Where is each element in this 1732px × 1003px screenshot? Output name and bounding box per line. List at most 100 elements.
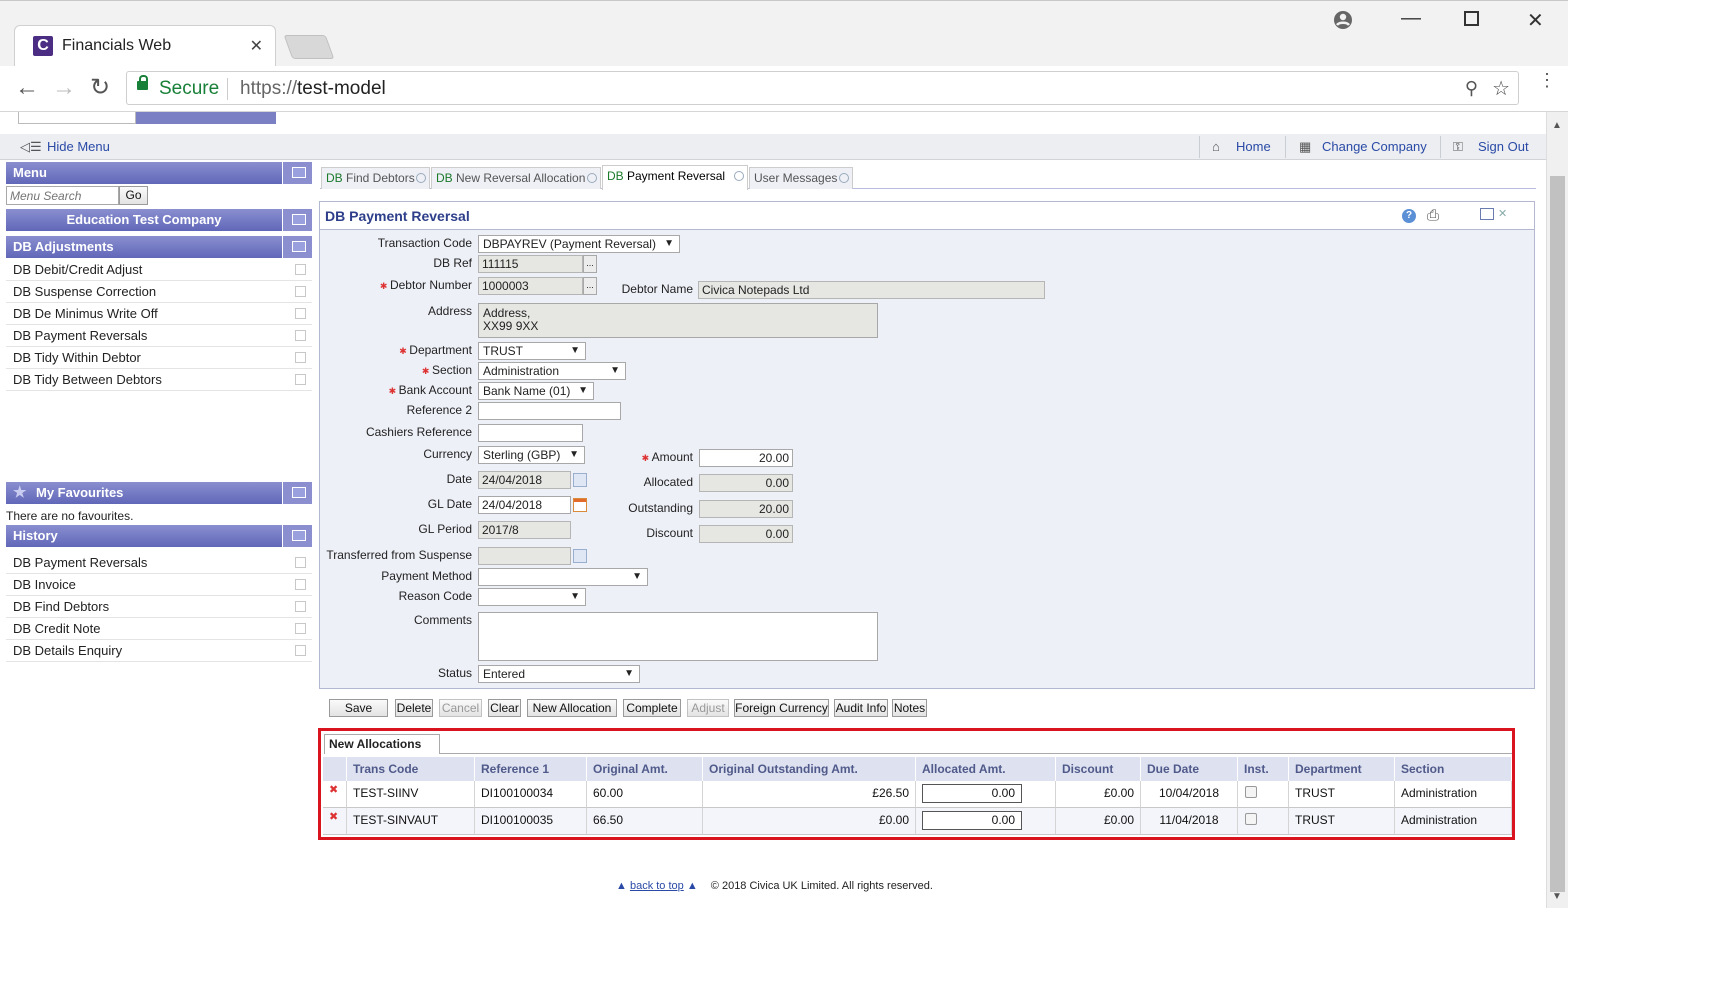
- history-item[interactable]: DB Invoice: [6, 574, 312, 596]
- print-icon[interactable]: ⎙: [1427, 207, 1439, 224]
- sidebar-item-debit-credit-adjust[interactable]: DB Debit/Credit Adjust: [6, 259, 312, 281]
- reload-icon[interactable]: ↻: [90, 74, 110, 102]
- window-icon[interactable]: [1480, 208, 1494, 220]
- panel-toggle-icon[interactable]: [282, 236, 312, 258]
- debtor-name-field[interactable]: Civica Notepads Ltd: [698, 281, 1045, 299]
- sidebar-item-payment-reversals[interactable]: DB Payment Reversals: [6, 325, 312, 347]
- reason-code-select[interactable]: ▼: [478, 588, 586, 606]
- gl-period-field[interactable]: 2017/8: [478, 521, 571, 539]
- calendar-icon[interactable]: [573, 549, 587, 563]
- maximize-icon[interactable]: [1464, 11, 1479, 26]
- open-link-icon[interactable]: [295, 579, 306, 590]
- delete-row-icon[interactable]: ✖: [329, 812, 339, 823]
- amount-input[interactable]: 20.00: [699, 449, 793, 467]
- currency-select[interactable]: Sterling (GBP) ▼: [478, 446, 585, 464]
- scroll-up-icon[interactable]: ▲: [1552, 120, 1562, 131]
- calendar-icon[interactable]: [573, 473, 587, 487]
- sign-out-link[interactable]: Sign Out: [1478, 139, 1529, 154]
- tab-new-reversal-allocation[interactable]: DB New Reversal Allocation: [431, 167, 601, 189]
- notes-button[interactable]: Notes: [892, 699, 927, 717]
- open-link-icon[interactable]: [295, 330, 306, 341]
- db-ref-field[interactable]: 111115: [478, 255, 583, 273]
- table-row-delete[interactable]: ✖: [323, 781, 347, 808]
- open-link-icon[interactable]: [295, 308, 306, 319]
- close-tab-icon[interactable]: [587, 173, 597, 183]
- reference2-input[interactable]: [478, 402, 621, 420]
- bank-account-select[interactable]: Bank Name (01) ▼: [478, 382, 594, 400]
- page-scrollbar[interactable]: ▲ ▼: [1546, 112, 1568, 908]
- open-link-icon[interactable]: [295, 374, 306, 385]
- section-select[interactable]: Administration ▼: [478, 362, 626, 380]
- sidebar-item-de-minimus-write-off[interactable]: DB De Minimus Write Off: [6, 303, 312, 325]
- menu-search-go-button[interactable]: Go: [119, 186, 148, 205]
- gl-date-input[interactable]: 24/04/2018: [478, 496, 571, 514]
- cancel-button[interactable]: Cancel: [439, 699, 482, 717]
- col-header-reference1[interactable]: Reference 1: [475, 757, 587, 781]
- home-link[interactable]: Home: [1236, 139, 1271, 154]
- address-field[interactable]: Address, XX99 9XX: [478, 303, 878, 338]
- delete-row-icon[interactable]: ✖: [329, 785, 339, 796]
- new-allocation-button[interactable]: New Allocation: [527, 699, 617, 717]
- open-link-icon[interactable]: [295, 352, 306, 363]
- forward-arrow-icon[interactable]: →: [52, 74, 76, 102]
- zoom-icon[interactable]: ⚲: [1465, 78, 1478, 99]
- close-form-icon[interactable]: ✕: [1498, 207, 1507, 220]
- browser-tab[interactable]: C Financials Web ✕: [14, 25, 276, 67]
- browser-menu-icon[interactable]: ⋮: [1538, 71, 1556, 89]
- col-header-discount[interactable]: Discount: [1056, 757, 1141, 781]
- panel-toggle-icon[interactable]: [282, 162, 312, 184]
- open-link-icon[interactable]: [295, 286, 306, 297]
- payment-method-select[interactable]: ▼: [478, 568, 648, 586]
- complete-button[interactable]: Complete: [623, 699, 681, 717]
- db-ref-lookup-button[interactable]: ...: [583, 255, 597, 273]
- open-link-icon[interactable]: [295, 557, 306, 568]
- close-tab-icon[interactable]: [839, 173, 849, 183]
- debtor-lookup-button[interactable]: ...: [583, 277, 597, 295]
- calendar-icon[interactable]: [573, 498, 587, 512]
- sidebar-item-tidy-between-debtors[interactable]: DB Tidy Between Debtors: [6, 369, 312, 391]
- clear-button[interactable]: Clear: [488, 699, 521, 717]
- hide-menu-icon[interactable]: ◁☰: [20, 139, 42, 155]
- address-bar[interactable]: Secure https://test-model ⚲ ☆: [126, 71, 1519, 105]
- tab-user-messages[interactable]: User Messages: [749, 167, 853, 189]
- hide-menu-link[interactable]: Hide Menu: [47, 139, 110, 154]
- inst-checkbox[interactable]: [1245, 813, 1257, 825]
- panel-toggle-icon[interactable]: [282, 525, 312, 547]
- open-link-icon[interactable]: [295, 264, 306, 275]
- col-header-inst[interactable]: Inst.: [1238, 757, 1289, 781]
- tab-payment-reversal[interactable]: DB Payment Reversal: [602, 165, 748, 190]
- inst-checkbox[interactable]: [1245, 786, 1257, 798]
- open-link-icon[interactable]: [295, 623, 306, 634]
- history-item[interactable]: DB Payment Reversals: [6, 552, 312, 574]
- panel-toggle-icon[interactable]: [282, 482, 312, 504]
- allocated-amt-input[interactable]: 0.00: [922, 784, 1022, 803]
- back-to-top-link[interactable]: back to top: [630, 880, 684, 892]
- scroll-down-icon[interactable]: ▼: [1552, 891, 1562, 902]
- close-tab-icon[interactable]: ✕: [250, 36, 263, 56]
- debtor-number-field[interactable]: 1000003: [478, 277, 583, 295]
- scrollbar-thumb[interactable]: [1550, 176, 1565, 892]
- history-item[interactable]: DB Details Enquiry: [6, 640, 312, 662]
- transaction-code-select[interactable]: DBPAYREV (Payment Reversal) ▼: [478, 235, 680, 253]
- close-tab-icon[interactable]: [416, 173, 426, 183]
- back-arrow-icon[interactable]: ←: [15, 74, 39, 102]
- profile-icon[interactable]: [1333, 10, 1353, 36]
- help-icon[interactable]: ?: [1402, 209, 1416, 223]
- col-header-trans-code[interactable]: Trans Code: [347, 757, 475, 781]
- status-select[interactable]: Entered ▼: [478, 665, 640, 683]
- department-select[interactable]: TRUST ▼: [478, 342, 586, 360]
- change-company-link[interactable]: Change Company: [1322, 139, 1427, 154]
- menu-search-input[interactable]: [6, 186, 119, 205]
- comments-textarea[interactable]: [478, 612, 878, 661]
- col-header-due-date[interactable]: Due Date: [1141, 757, 1238, 781]
- col-header-department[interactable]: Department: [1289, 757, 1395, 781]
- close-tab-icon[interactable]: [734, 171, 744, 181]
- table-row-delete[interactable]: ✖: [323, 808, 347, 835]
- tab-find-debtors[interactable]: DB Find Debtors: [321, 167, 430, 189]
- sidebar-item-suspense-correction[interactable]: DB Suspense Correction: [6, 281, 312, 303]
- audit-info-button[interactable]: Audit Info: [834, 699, 888, 717]
- new-tab-button[interactable]: [283, 35, 335, 59]
- adjust-button[interactable]: Adjust: [687, 699, 729, 717]
- col-header-original-amt[interactable]: Original Amt.: [587, 757, 703, 781]
- history-item[interactable]: DB Credit Note: [6, 618, 312, 640]
